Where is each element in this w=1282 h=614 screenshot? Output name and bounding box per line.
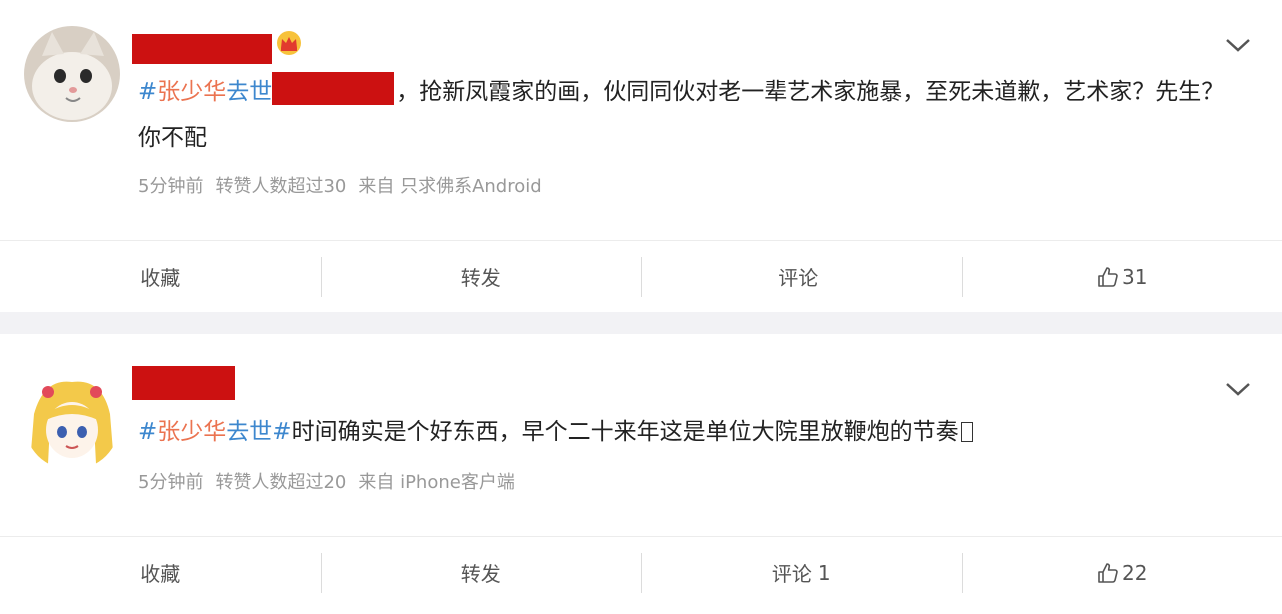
action-bar: 收藏 转发 评论 1 22 (0, 536, 1282, 608)
topic-link[interactable]: #张少华去世 (138, 79, 272, 105)
chevron-down-icon[interactable] (1224, 380, 1252, 398)
repost-button[interactable]: 转发 (320, 241, 642, 312)
crown-icon (277, 31, 301, 55)
like-button[interactable]: 31 (961, 241, 1282, 312)
redacted-text (272, 72, 395, 105)
repost-label: 转发 (460, 266, 501, 290)
like-button[interactable]: 22 (961, 537, 1282, 608)
repost-stat: 转赞人数超过20 (215, 472, 347, 493)
avatar[interactable] (24, 26, 120, 122)
action-bar: 收藏 转发 评论 31 (0, 240, 1282, 312)
post-source: 来自 只求佛系Android (358, 176, 542, 197)
thumbs-up-icon (1098, 266, 1118, 287)
post-text: #张少华去世#时间确实是个好东西，早个二十来年这是单位大院里放鞭炮的节奏 (138, 409, 1248, 455)
repost-label: 转发 (460, 562, 501, 586)
username-redacted (132, 366, 235, 400)
post-card: #张少华去世#时间确实是个好东西，早个二十来年这是单位大院里放鞭炮的节奏 5分钟… (0, 334, 1282, 614)
comment-label: 评论 (771, 562, 812, 586)
favorite-label: 收藏 (140, 562, 181, 586)
post-card: #张少华去世 ，抢新凤霞家的画，伙同同伙对老一辈艺术家施暴，至死未道歉，艺术家？先… (0, 0, 1282, 312)
comment-count: 1 (817, 560, 831, 585)
like-count: 31 (1122, 264, 1148, 289)
post-meta: 5分钟前 转赞人数超过20 来自 iPhone客户端 (138, 468, 515, 494)
like-count: 22 (1122, 560, 1148, 585)
post-text: #张少华去世 ，抢新凤霞家的画，伙同同伙对老一辈艺术家施暴，至死未道歉，艺术家？先… (138, 69, 1228, 161)
repost-stat: 转赞人数超过30 (215, 176, 347, 197)
comment-button[interactable]: 评论 (641, 241, 962, 312)
favorite-label: 收藏 (140, 266, 181, 290)
post-time[interactable]: 5分钟前 (138, 472, 203, 493)
chevron-down-icon[interactable] (1224, 36, 1252, 54)
repost-button[interactable]: 转发 (320, 537, 642, 608)
topic-link[interactable]: #张少华去世# (138, 419, 292, 445)
favorite-button[interactable]: 收藏 (0, 241, 321, 312)
thumbs-up-icon (1098, 562, 1118, 583)
post-source: 来自 iPhone客户端 (358, 472, 515, 493)
post-meta: 5分钟前 转赞人数超过30 来自 只求佛系Android (138, 172, 542, 198)
comment-label: 评论 (778, 266, 819, 290)
missing-glyph (960, 422, 973, 442)
favorite-button[interactable]: 收藏 (0, 537, 321, 608)
avatar[interactable] (24, 374, 120, 470)
comment-button[interactable]: 评论 1 (641, 537, 962, 608)
username-redacted (132, 34, 272, 64)
post-time[interactable]: 5分钟前 (138, 176, 203, 197)
